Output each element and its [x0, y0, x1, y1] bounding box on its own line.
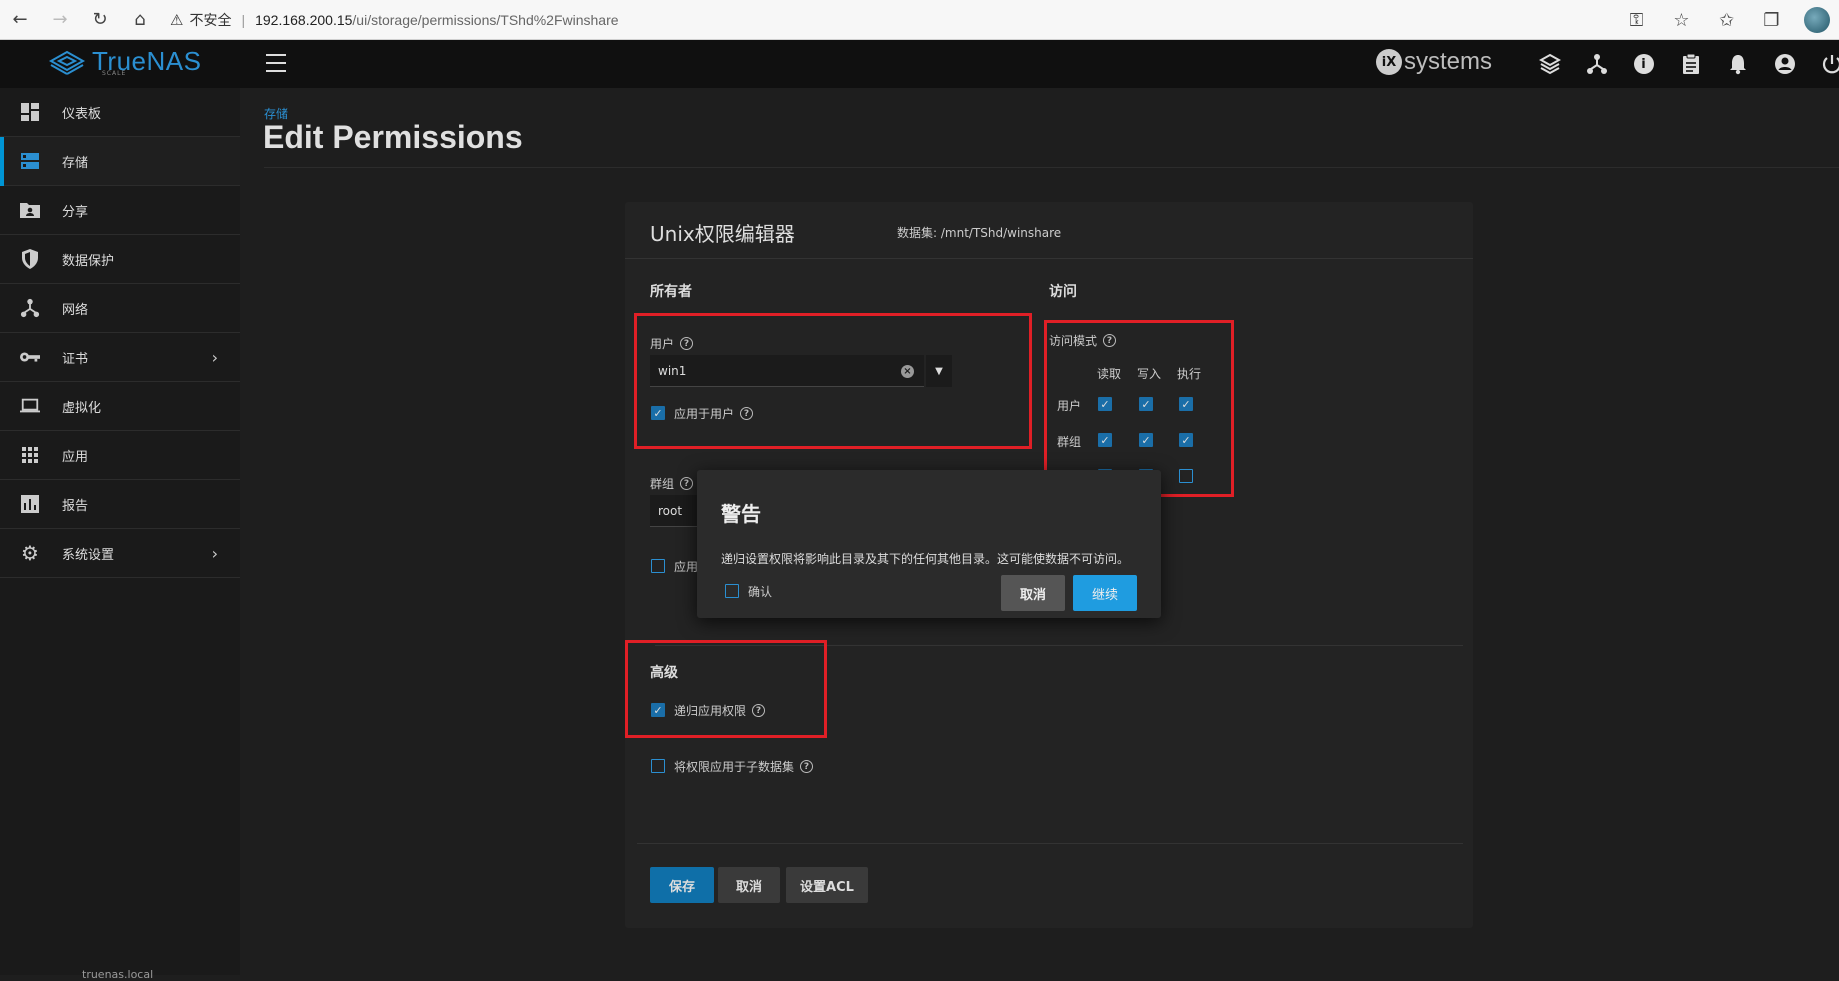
access-section-title: 访问 [1049, 284, 1077, 300]
sidebar-item-certificates[interactable]: 证书 › [0, 333, 240, 382]
address-separator: | [241, 11, 246, 28]
directory-services-icon[interactable] [1573, 48, 1620, 80]
cancel-button[interactable]: 取消 [718, 867, 780, 903]
dataset-path: 数据集: /mnt/TShd/winshare [897, 226, 1062, 240]
browser-toolbar: ← → ↻ ⌂ ⚠ 不安全 | 192.168.200.15/ui/storag… [0, 0, 1839, 40]
bell-icon[interactable] [1714, 48, 1761, 80]
annotation-box-advanced [625, 640, 827, 738]
network-icon [20, 298, 40, 318]
reload-icon[interactable]: ↻ [80, 0, 120, 40]
insecure-label: 不安全 [189, 11, 232, 28]
apply-group-label: 应用 [674, 560, 699, 574]
storage-icon [20, 151, 40, 171]
home-icon[interactable]: ⌂ [120, 0, 160, 40]
apply-to-child-datasets-label: 将权限应用于子数据集? [674, 758, 814, 775]
sidebar-item-system-settings[interactable]: ⚙ 系统设置 › [0, 529, 240, 578]
logo-subtitle: SCALE [102, 70, 127, 77]
group-value: root [658, 503, 683, 518]
laptop-icon [20, 396, 40, 416]
profile-avatar[interactable] [1794, 0, 1839, 40]
ixsystems-logo[interactable]: iX systems [1376, 48, 1492, 76]
sidebar-item-storage[interactable]: 存储 [0, 137, 240, 186]
collections-icon[interactable]: ❐ [1749, 0, 1794, 40]
sidebar-item-label: 证书 [62, 351, 89, 367]
sidebar-item-apps[interactable]: 应用 [0, 431, 240, 480]
apps-grid-icon [20, 445, 40, 465]
sidebar-item-data-protection[interactable]: 数据保护 [0, 235, 240, 284]
owner-section-title: 所有者 [650, 284, 692, 300]
truenas-logo-icon [48, 50, 86, 75]
help-icon[interactable]: ? [800, 760, 814, 773]
sidebar-item-dashboard[interactable]: 仪表板 [0, 88, 240, 137]
editor-title: Unix权限编辑器 [650, 222, 795, 246]
warning-dialog: 警告 递归设置权限将影响此目录及其下的任何其他目录。这可能使数据不可访问。 确认… [697, 470, 1161, 618]
favorite-add-icon[interactable]: ☆ [1659, 0, 1704, 40]
shield-icon [20, 249, 40, 269]
key-icon[interactable]: ⚿ [1614, 0, 1659, 40]
account-circle-icon[interactable] [1761, 48, 1808, 80]
annotation-box-owner [634, 313, 1032, 449]
menu-toggle-icon[interactable] [266, 54, 286, 72]
chevron-right-icon: › [211, 348, 218, 367]
app-topbar: TrueNAS SCALE iX systems i [0, 40, 1839, 88]
back-icon[interactable]: ← [0, 0, 40, 40]
sidebar-item-label: 存储 [62, 155, 89, 171]
sidebar-item-reporting[interactable]: 报告 [0, 480, 240, 529]
page-title: Edit Permissions [263, 119, 523, 155]
dialog-message: 递归设置权限将影响此目录及其下的任何其他目录。这可能使数据不可访问。 [721, 552, 1130, 566]
gear-icon: ⚙ [21, 541, 39, 565]
sidebar-item-label: 虚拟化 [62, 400, 102, 416]
tasks-clipboard-icon[interactable] [1667, 48, 1714, 80]
save-button[interactable]: 保存 [650, 867, 714, 903]
truecommand-icon[interactable] [1526, 48, 1573, 80]
divider [264, 167, 1839, 168]
divider [625, 258, 1473, 259]
bar-chart-icon [20, 494, 40, 514]
sidebar-item-label: 网络 [62, 302, 89, 318]
group-label: 群组? [650, 475, 694, 492]
apply-group-checkbox[interactable] [651, 559, 665, 573]
address-bar[interactable]: ⚠ 不安全 | 192.168.200.15/ui/storage/permis… [170, 0, 619, 40]
dialog-cancel-button[interactable]: 取消 [1001, 575, 1065, 611]
warning-icon: ⚠ [170, 11, 184, 29]
set-acl-button[interactable]: 设置ACL [786, 867, 868, 903]
sidebar-item-label: 数据保护 [62, 253, 115, 269]
sidebar-item-virtualization[interactable]: 虚拟化 [0, 382, 240, 431]
sidebar-item-shares[interactable]: 分享 [0, 186, 240, 235]
ix-word: systems [1404, 48, 1493, 75]
dialog-title: 警告 [721, 502, 761, 526]
confirm-label: 确认 [748, 585, 773, 599]
sidebar-item-label: 分享 [62, 204, 89, 220]
key-icon [20, 347, 40, 367]
help-icon[interactable]: ? [680, 477, 694, 490]
confirm-checkbox[interactable] [725, 584, 739, 598]
dashboard-icon [20, 102, 40, 122]
divider [637, 843, 1463, 844]
sidebar-item-network[interactable]: 网络 [0, 284, 240, 333]
group-label-text: 群组 [650, 477, 675, 491]
info-icon[interactable]: i [1620, 48, 1667, 80]
sidebar-item-label: 应用 [62, 449, 89, 465]
url-host: 192.168.200.15 [255, 11, 353, 28]
forward-icon[interactable]: → [40, 0, 80, 40]
sidebar-item-label: 系统设置 [62, 547, 115, 563]
child-label-text: 将权限应用于子数据集 [674, 760, 795, 774]
power-icon[interactable] [1808, 48, 1839, 80]
sidebar-item-label: 报告 [62, 498, 89, 514]
sidebar: 仪表板 存储 分享 数据保护 网络 证书 › 虚拟化 应用 报告 ⚙ 系统设置 … [0, 88, 240, 981]
dialog-continue-button[interactable]: 继续 [1073, 575, 1137, 611]
sidebar-item-label: 仪表板 [62, 106, 102, 122]
chevron-right-icon: › [211, 544, 218, 563]
ix-mark: iX [1376, 49, 1402, 75]
apply-to-child-datasets-checkbox[interactable] [651, 759, 665, 773]
url-path: /ui/storage/permissions/TShd%2Fwinshare [352, 11, 619, 28]
shares-icon [20, 200, 40, 220]
favorites-icon[interactable]: ✩ [1704, 0, 1749, 40]
